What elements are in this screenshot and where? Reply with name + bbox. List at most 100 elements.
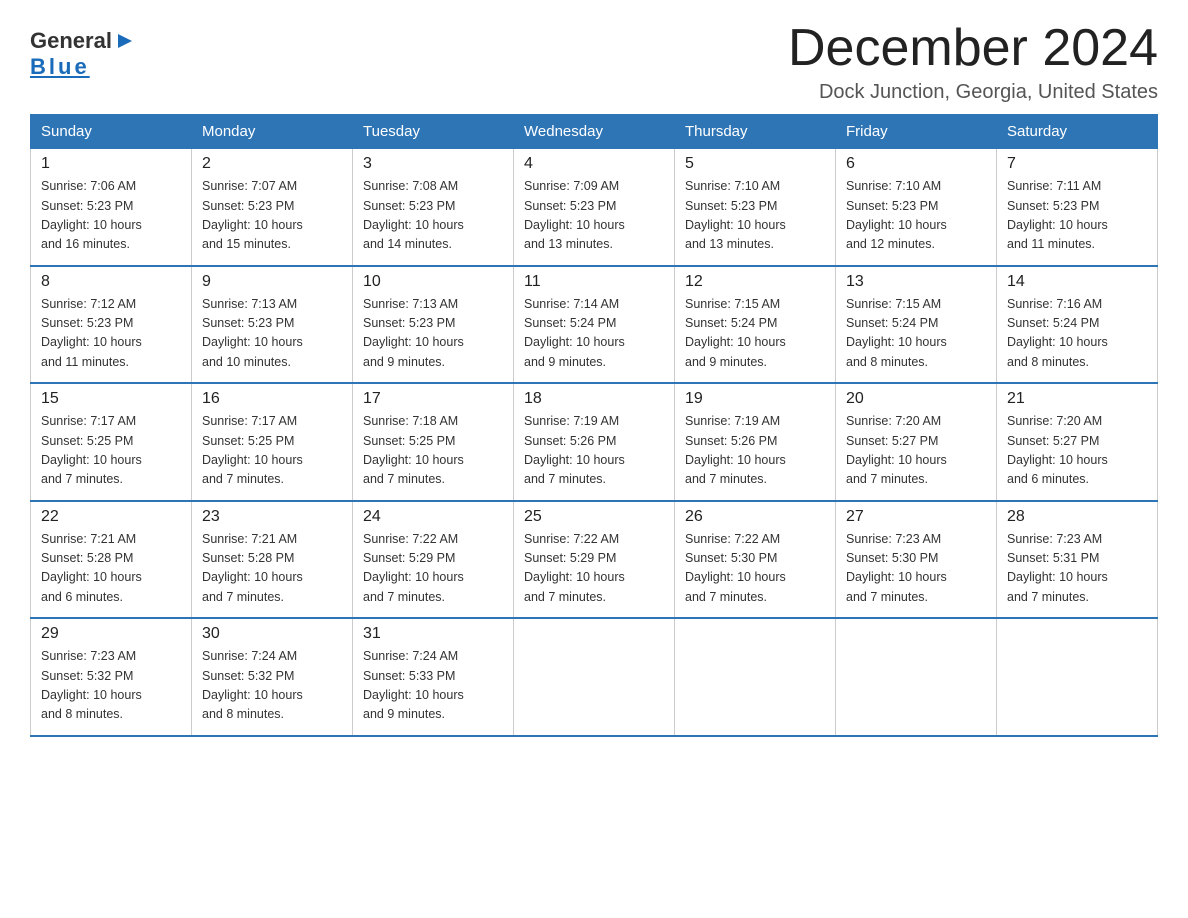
day-number: 20 <box>846 390 986 408</box>
day-number: 16 <box>202 390 342 408</box>
day-number: 28 <box>1007 508 1147 526</box>
day-number: 7 <box>1007 155 1147 173</box>
calendar-day-cell: 17Sunrise: 7:18 AMSunset: 5:25 PMDayligh… <box>353 383 514 501</box>
day-of-week-header: Thursday <box>675 115 836 149</box>
calendar-day-cell: 22 Sunrise: 7:21 AMSunset: 5:28 PMDayligh… <box>31 501 192 619</box>
calendar-body: 1 Sunrise: 7:06 AMSunset: 5:23 PMDaylight… <box>31 149 1158 736</box>
calendar-day-cell: 15 Sunrise: 7:17 AMSunset: 5:25 PMDayligh… <box>31 383 192 501</box>
calendar-day-cell: 3 Sunrise: 7:08 AMSunset: 5:23 PMDaylight… <box>353 149 514 266</box>
day-info: Sunrise: 7:15 AMSunset: 5:24 PMDaylight:… <box>846 295 986 373</box>
day-number: 26 <box>685 508 825 526</box>
day-info: Sunrise: 7:23 AMSunset: 5:30 PMDaylight:… <box>846 530 986 608</box>
day-info: Sunrise: 7:24 AMSunset: 5:32 PMDaylight:… <box>202 647 342 725</box>
day-number: 27 <box>846 508 986 526</box>
calendar-day-cell: 21Sunrise: 7:20 AMSunset: 5:27 PMDayligh… <box>997 383 1158 501</box>
day-number: 15 <box>41 390 181 408</box>
page-header: General Blue December 2024 Dock Junction… <box>30 20 1158 104</box>
calendar-day-cell: 26 Sunrise: 7:22 AMSunset: 5:30 PMDayligh… <box>675 501 836 619</box>
calendar-day-cell: 20 Sunrise: 7:20 AMSunset: 5:27 PMDayligh… <box>836 383 997 501</box>
day-number: 10 <box>363 273 503 291</box>
day-info: Sunrise: 7:06 AMSunset: 5:23 PMDaylight:… <box>41 177 181 255</box>
day-info: Sunrise: 7:20 AMSunset: 5:27 PMDaylight:… <box>846 412 986 490</box>
calendar-day-cell: 16Sunrise: 7:17 AMSunset: 5:25 PMDayligh… <box>192 383 353 501</box>
day-info: Sunrise: 7:15 AMSunset: 5:24 PMDaylight:… <box>685 295 825 373</box>
calendar-day-cell: 7 Sunrise: 7:11 AMSunset: 5:23 PMDaylight… <box>997 149 1158 266</box>
calendar-week-row: 15 Sunrise: 7:17 AMSunset: 5:25 PMDayligh… <box>31 383 1158 501</box>
calendar-day-cell: 23 Sunrise: 7:21 AMSunset: 5:28 PMDayligh… <box>192 501 353 619</box>
day-info: Sunrise: 7:13 AMSunset: 5:23 PMDaylight:… <box>363 295 503 373</box>
day-info: Sunrise: 7:07 AMSunset: 5:23 PMDaylight:… <box>202 177 342 255</box>
day-info: Sunrise: 7:10 AMSunset: 5:23 PMDaylight:… <box>846 177 986 255</box>
calendar-day-cell: 10 Sunrise: 7:13 AMSunset: 5:23 PMDayligh… <box>353 266 514 384</box>
day-number: 3 <box>363 155 503 173</box>
calendar-day-cell: 31 Sunrise: 7:24 AMSunset: 5:33 PMDayligh… <box>353 618 514 736</box>
day-info: Sunrise: 7:16 AMSunset: 5:24 PMDaylight:… <box>1007 295 1147 373</box>
logo-blue-text: Blue <box>30 54 90 79</box>
day-info: Sunrise: 7:18 AMSunset: 5:25 PMDaylight:… <box>363 412 503 490</box>
day-info: Sunrise: 7:11 AMSunset: 5:23 PMDaylight:… <box>1007 177 1147 255</box>
calendar-day-cell: 4Sunrise: 7:09 AMSunset: 5:23 PMDaylight… <box>514 149 675 266</box>
calendar-day-cell: 30Sunrise: 7:24 AMSunset: 5:32 PMDayligh… <box>192 618 353 736</box>
day-number: 31 <box>363 625 503 643</box>
calendar-day-cell: 29Sunrise: 7:23 AMSunset: 5:32 PMDayligh… <box>31 618 192 736</box>
day-number: 18 <box>524 390 664 408</box>
calendar-table: SundayMondayTuesdayWednesdayThursdayFrid… <box>30 114 1158 737</box>
day-number: 12 <box>685 273 825 291</box>
day-info: Sunrise: 7:13 AMSunset: 5:23 PMDaylight:… <box>202 295 342 373</box>
day-of-week-header: Sunday <box>31 115 192 149</box>
calendar-week-row: 22 Sunrise: 7:21 AMSunset: 5:28 PMDayligh… <box>31 501 1158 619</box>
day-number: 23 <box>202 508 342 526</box>
month-title: December 2024 <box>788 20 1158 77</box>
logo-triangle-icon <box>114 30 136 52</box>
calendar-day-cell: 9Sunrise: 7:13 AMSunset: 5:23 PMDaylight… <box>192 266 353 384</box>
day-of-week-header: Monday <box>192 115 353 149</box>
calendar-week-row: 8 Sunrise: 7:12 AMSunset: 5:23 PMDaylight… <box>31 266 1158 384</box>
day-number: 25 <box>524 508 664 526</box>
day-number: 22 <box>41 508 181 526</box>
calendar-day-cell: 8 Sunrise: 7:12 AMSunset: 5:23 PMDaylight… <box>31 266 192 384</box>
day-info: Sunrise: 7:21 AMSunset: 5:28 PMDaylight:… <box>202 530 342 608</box>
calendar-day-cell: 2Sunrise: 7:07 AMSunset: 5:23 PMDaylight… <box>192 149 353 266</box>
day-number: 24 <box>363 508 503 526</box>
day-info: Sunrise: 7:12 AMSunset: 5:23 PMDaylight:… <box>41 295 181 373</box>
calendar-day-cell <box>675 618 836 736</box>
day-number: 6 <box>846 155 986 173</box>
title-block: December 2024 Dock Junction, Georgia, Un… <box>788 20 1158 104</box>
day-of-week-header: Friday <box>836 115 997 149</box>
day-number: 21 <box>1007 390 1147 408</box>
calendar-day-cell: 25Sunrise: 7:22 AMSunset: 5:29 PMDayligh… <box>514 501 675 619</box>
calendar-day-cell: 11 Sunrise: 7:14 AMSunset: 5:24 PMDayligh… <box>514 266 675 384</box>
day-of-week-header: Wednesday <box>514 115 675 149</box>
day-info: Sunrise: 7:10 AMSunset: 5:23 PMDaylight:… <box>685 177 825 255</box>
calendar-week-row: 29Sunrise: 7:23 AMSunset: 5:32 PMDayligh… <box>31 618 1158 736</box>
day-number: 8 <box>41 273 181 291</box>
calendar-day-cell: 1 Sunrise: 7:06 AMSunset: 5:23 PMDaylight… <box>31 149 192 266</box>
day-number: 11 <box>524 273 664 291</box>
day-of-week-header: Saturday <box>997 115 1158 149</box>
day-info: Sunrise: 7:19 AMSunset: 5:26 PMDaylight:… <box>685 412 825 490</box>
day-info: Sunrise: 7:24 AMSunset: 5:33 PMDaylight:… <box>363 647 503 725</box>
day-info: Sunrise: 7:22 AMSunset: 5:29 PMDaylight:… <box>363 530 503 608</box>
day-number: 1 <box>41 155 181 173</box>
day-of-week-header: Tuesday <box>353 115 514 149</box>
day-info: Sunrise: 7:17 AMSunset: 5:25 PMDaylight:… <box>41 412 181 490</box>
day-number: 29 <box>41 625 181 643</box>
calendar-day-cell: 14 Sunrise: 7:16 AMSunset: 5:24 PMDayligh… <box>997 266 1158 384</box>
calendar-day-cell: 28 Sunrise: 7:23 AMSunset: 5:31 PMDayligh… <box>997 501 1158 619</box>
day-number: 14 <box>1007 273 1147 291</box>
day-info: Sunrise: 7:22 AMSunset: 5:30 PMDaylight:… <box>685 530 825 608</box>
calendar-day-cell: 24 Sunrise: 7:22 AMSunset: 5:29 PMDayligh… <box>353 501 514 619</box>
calendar-day-cell: 18Sunrise: 7:19 AMSunset: 5:26 PMDayligh… <box>514 383 675 501</box>
days-header-row: SundayMondayTuesdayWednesdayThursdayFrid… <box>31 115 1158 149</box>
day-info: Sunrise: 7:09 AMSunset: 5:23 PMDaylight:… <box>524 177 664 255</box>
calendar-day-cell: 13Sunrise: 7:15 AMSunset: 5:24 PMDayligh… <box>836 266 997 384</box>
location-text: Dock Junction, Georgia, United States <box>788 81 1158 104</box>
day-info: Sunrise: 7:23 AMSunset: 5:31 PMDaylight:… <box>1007 530 1147 608</box>
calendar-day-cell <box>836 618 997 736</box>
calendar-day-cell <box>997 618 1158 736</box>
day-info: Sunrise: 7:08 AMSunset: 5:23 PMDaylight:… <box>363 177 503 255</box>
day-info: Sunrise: 7:14 AMSunset: 5:24 PMDaylight:… <box>524 295 664 373</box>
calendar-day-cell: 27 Sunrise: 7:23 AMSunset: 5:30 PMDayligh… <box>836 501 997 619</box>
day-info: Sunrise: 7:21 AMSunset: 5:28 PMDaylight:… <box>41 530 181 608</box>
calendar-header: SundayMondayTuesdayWednesdayThursdayFrid… <box>31 115 1158 149</box>
